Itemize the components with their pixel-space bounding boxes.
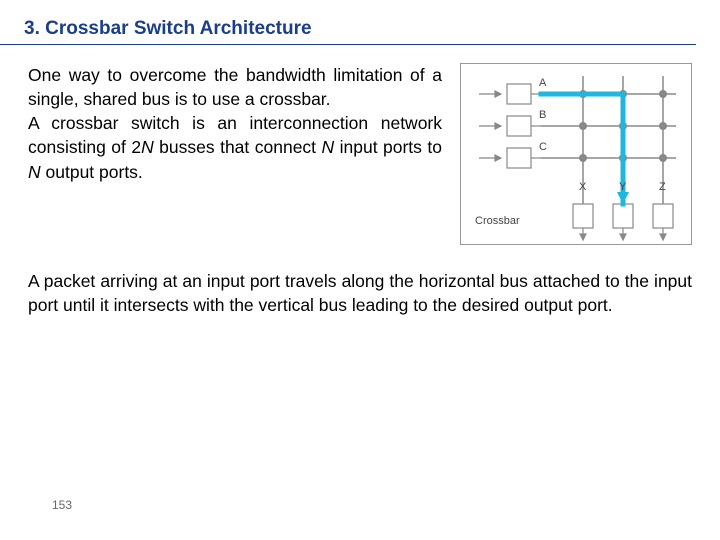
para1-sentence-b-mid: busses that connect [154, 137, 322, 157]
para1-sentence-b-mid2: input ports to [334, 137, 442, 157]
crossbar-diagram: A B C X Y Z Crossbar [460, 63, 692, 245]
para1-sentence-b-post: output ports. [41, 162, 143, 182]
diagram-caption: Crossbar [475, 215, 520, 227]
input-label-b: B [539, 109, 546, 121]
output-label-x: X [579, 181, 587, 193]
top-row: One way to overcome the bandwidth limita… [0, 63, 720, 245]
section-heading: 3. Crossbar Switch Architecture [0, 0, 696, 45]
output-label-z: Z [659, 181, 666, 193]
para1-sentence-a: One way to overcome the bandwidth limita… [28, 65, 442, 109]
paragraph-1: One way to overcome the bandwidth limita… [28, 63, 442, 184]
var-N-2: N [322, 137, 335, 157]
input-label-a: A [539, 77, 547, 89]
output-label-y: Y [619, 181, 627, 193]
page-number: 153 [52, 498, 72, 512]
var-N-1: N [141, 137, 154, 157]
input-label-c: C [539, 141, 547, 153]
paragraph-2: A packet arriving at an input port trave… [0, 245, 720, 317]
var-N-3: N [28, 162, 41, 182]
crossbar-svg: A B C X Y Z Crossbar [461, 64, 691, 244]
